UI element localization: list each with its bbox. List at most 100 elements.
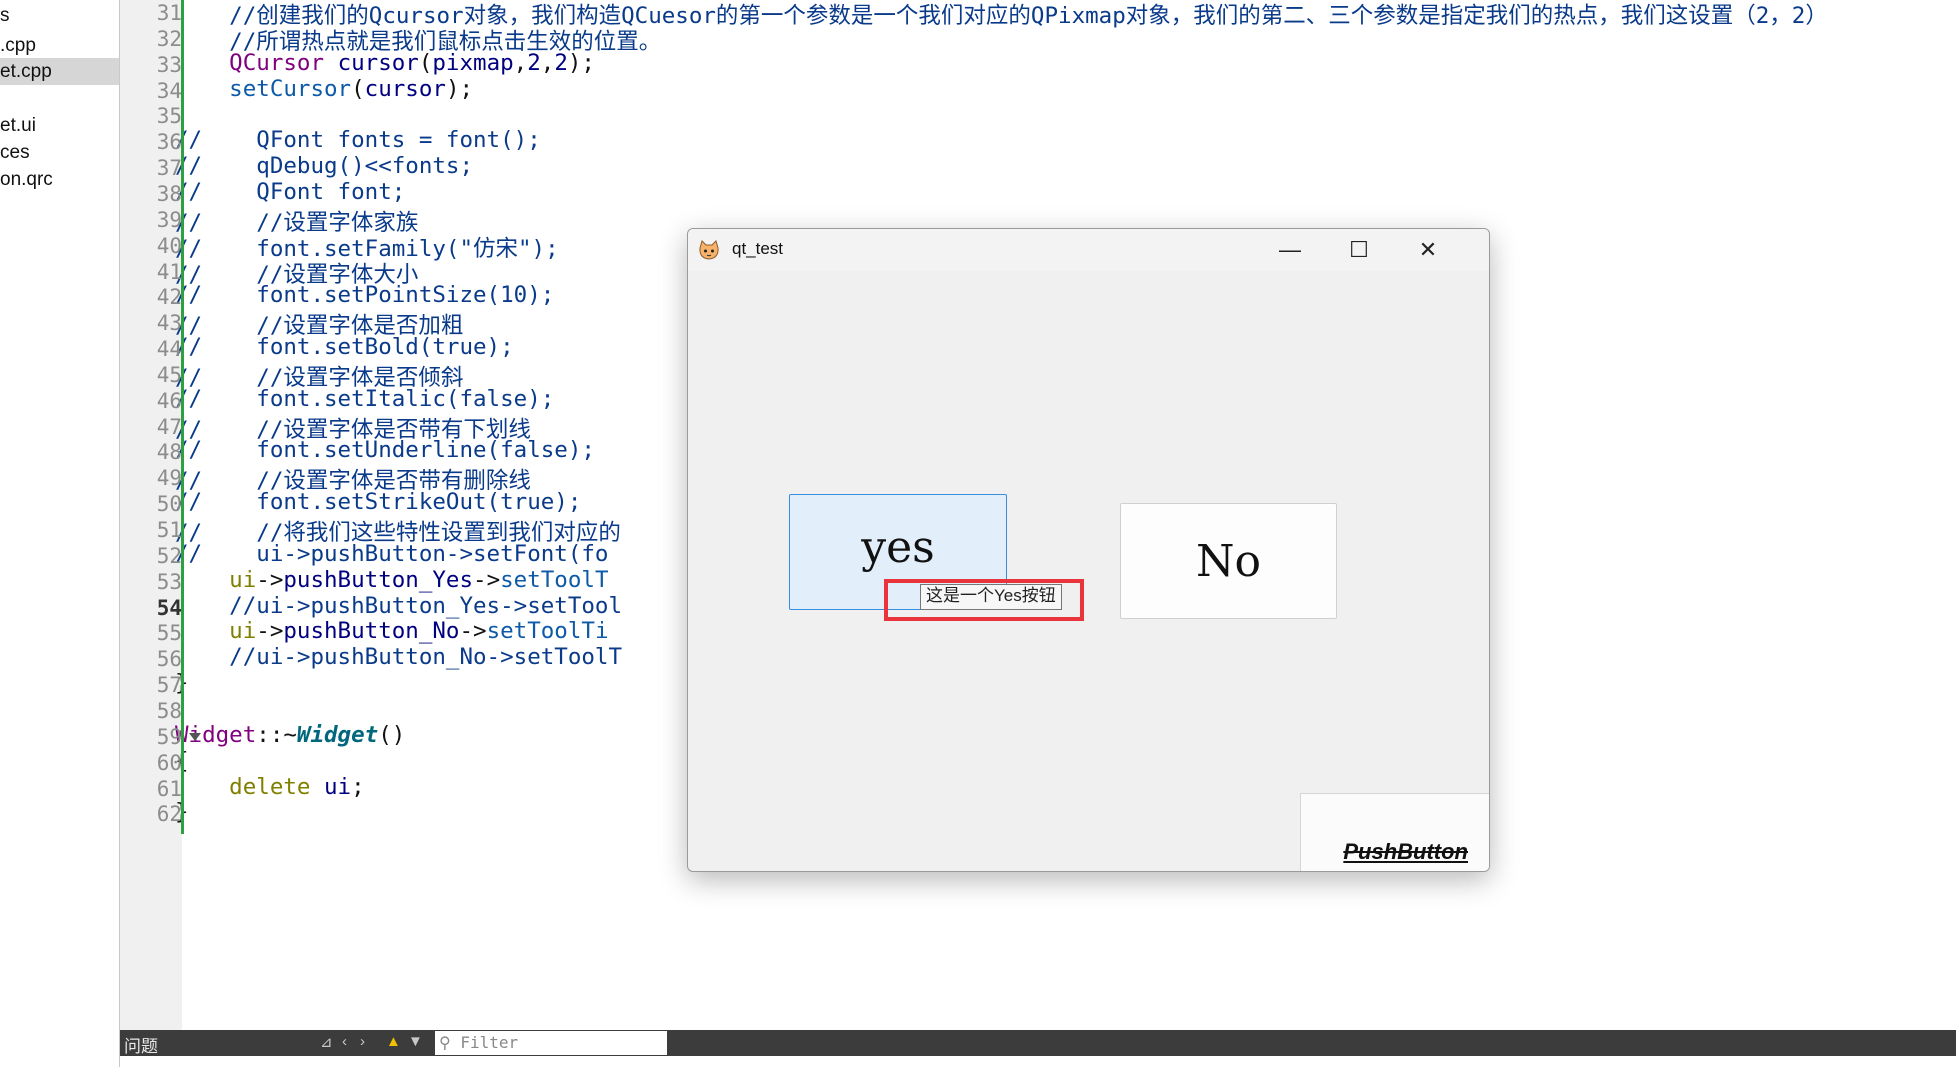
code-token: Widget [296,721,379,748]
tree-item-3[interactable]: et.ui [0,112,119,139]
change-marker-bar [181,0,184,834]
code-token: pixmap [432,49,514,76]
line-number: 39 [156,207,182,232]
tree-item-4[interactable]: ces [0,139,119,166]
code-token: // ui->pushButton->setFont(fo [175,540,609,567]
code-token: ); [445,75,474,102]
code-token: ( [418,49,433,76]
push-button[interactable]: PushButton [1300,793,1489,871]
line-number: 58 [156,698,182,723]
line-number: 53 [156,569,182,594]
code-line[interactable]: // font.setUnderline(false); [175,437,595,463]
no-button[interactable]: No [1120,503,1337,619]
issues-panel-bar: 问题 ⊿ ‹ › ▲ ▼ ⚲ Filter [120,1030,1956,1056]
line-number: 56 [156,647,182,672]
tree-item-2[interactable]: et.cpp [0,58,119,85]
code-token: // font.setStrikeOut(true); [175,489,582,516]
code-line[interactable]: // QFont fonts = font(); [175,127,541,153]
code-line[interactable]: // ui->pushButton->setFont(fo [175,541,608,567]
code-line[interactable]: // font.setBold(true); [175,334,514,360]
line-number: 47 [156,414,182,439]
line-number: 32 [156,26,182,51]
line-number: 61 [156,776,182,801]
code-line[interactable]: // qDebug()<<fonts; [175,153,473,179]
line-number: 55 [156,621,182,646]
line-number: 50 [156,492,182,517]
code-token: //ui->pushButton_Yes->setTool [175,592,623,619]
warning-icon[interactable]: ▲ [386,1033,401,1050]
tree-item-1[interactable]: .cpp [0,32,119,59]
code-line[interactable]: // font.setItalic(false); [175,386,554,412]
code-token: ui [324,773,352,800]
code-token: // qDebug()<<fonts; [175,153,474,180]
code-line[interactable]: ui->pushButton_No->setToolTi [175,618,609,645]
code-token: pushButton_Yes [283,566,474,593]
line-number: 52 [156,543,182,568]
code-token: setToolTi [486,618,609,645]
code-token: , [540,49,555,76]
issues-title[interactable]: 问题 [124,1032,158,1057]
yes-button-label: yes [861,521,935,573]
line-number: 43 [156,311,182,336]
code-token: ); [567,49,595,76]
code-token: ; [351,773,365,800]
line-number: 34 [156,78,182,103]
code-token: // font.setPointSize(10); [175,282,555,309]
code-token: ui [175,618,257,645]
code-token: Widget [175,721,257,748]
code-token: ui [175,566,257,593]
build-icon[interactable]: ⊿ [320,1033,333,1051]
line-number: 46 [156,388,182,413]
code-line[interactable]: Widget::~Widget() [175,722,405,748]
fold-arrow-icon[interactable] [189,732,201,741]
window-titlebar[interactable]: qt_test — ☐ ✕ [688,229,1489,271]
line-number: 44 [156,337,182,362]
prev-arrow-icon[interactable]: ‹ [342,1033,347,1050]
code-line[interactable]: //ui->pushButton_Yes->setTool [175,593,622,619]
line-number: 45 [156,362,182,387]
code-token: 2 [554,49,568,76]
status-strip [120,1056,1956,1067]
minimize-button[interactable]: — [1257,229,1323,271]
code-token: , [513,49,528,76]
search-icon: ⚲ [439,1033,451,1052]
code-line[interactable]: delete ui; [175,773,365,800]
filter-icon[interactable]: ▼ [408,1033,423,1050]
code-token: pushButton_No [283,618,460,645]
code-token: setCursor [175,75,352,102]
cat-app-icon [699,240,719,260]
code-token: -> [256,566,284,593]
line-number: 42 [156,285,182,310]
filter-placeholder: Filter [460,1033,519,1052]
code-line[interactable]: setCursor(cursor); [175,76,473,102]
code-line[interactable]: // font.setPointSize(10); [175,282,554,308]
line-number: 51 [156,518,182,542]
next-arrow-icon[interactable]: › [360,1033,365,1050]
code-token: // font.setItalic(false); [175,385,555,412]
line-number: 57 [156,673,182,698]
line-number: 37 [156,156,182,181]
code-line[interactable]: QCursor cursor(pixmap,2,2); [175,50,595,76]
line-number: 59 [156,724,182,749]
code-token: // QFont font; [175,178,406,205]
close-button[interactable]: ✕ [1395,229,1461,271]
code-token: 2 [527,49,541,76]
code-token: QCursor [175,49,338,76]
code-token: // font.setBold(true); [175,334,514,361]
line-number: 48 [156,440,182,465]
code-line[interactable]: //ui->pushButton_No->setToolT [175,644,622,670]
tree-item-0[interactable]: s [0,2,119,29]
maximize-button[interactable]: ☐ [1326,229,1392,271]
code-line[interactable]: ui->pushButton_Yes->setToolT [175,566,608,593]
line-number: 41 [156,259,182,284]
code-token: () [378,721,406,748]
code-line[interactable]: // QFont font; [175,179,405,205]
tree-item-5[interactable]: on.qrc [0,166,119,193]
code-token: ::~ [256,721,297,748]
code-token: ( [351,75,365,102]
line-number: 35 [156,104,182,129]
filter-input[interactable]: ⚲ Filter [435,1031,667,1055]
line-number: 62 [156,802,182,827]
code-token: cursor [337,49,419,76]
code-line[interactable]: // font.setStrikeOut(true); [175,489,581,515]
